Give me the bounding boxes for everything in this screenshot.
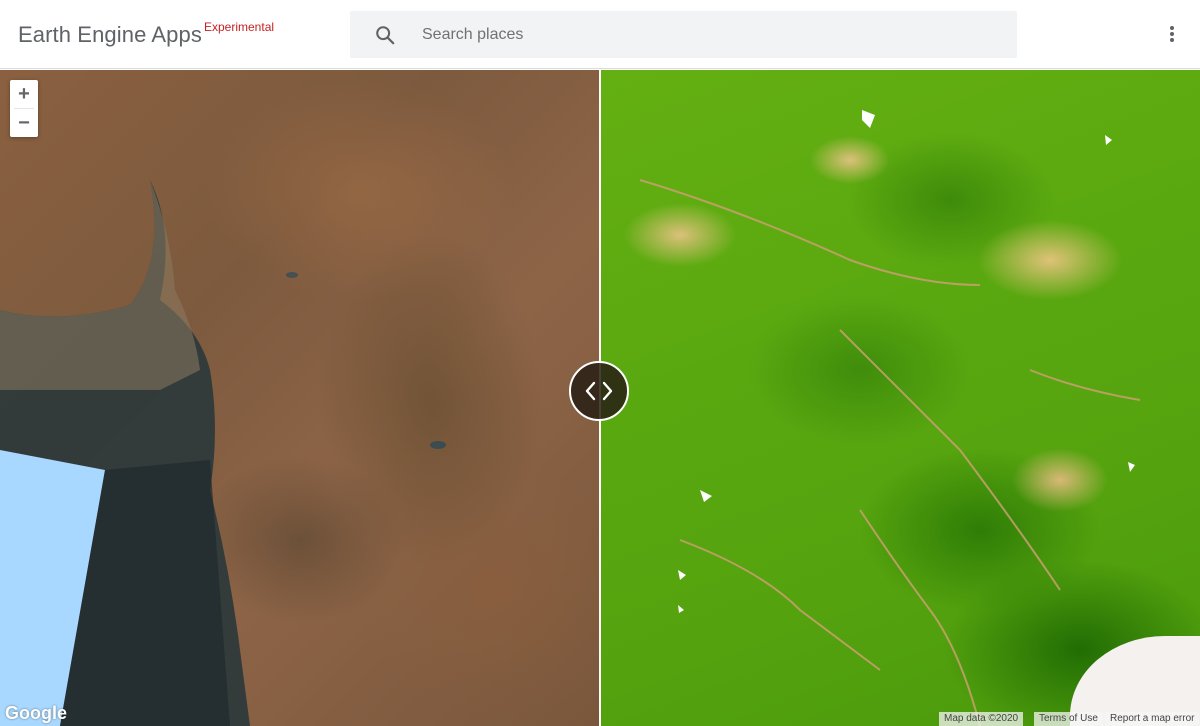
search-box[interactable] (350, 11, 1017, 58)
rivers-overlay (639, 110, 1141, 726)
map-canvas[interactable]: + − Google Map data ©2020 Terms of Use R… (0, 70, 1200, 726)
vegetation-index-pane[interactable] (600, 70, 1200, 726)
search-input[interactable] (422, 11, 1002, 58)
terms-of-use-link[interactable]: Terms of Use (1034, 712, 1103, 726)
report-map-error-link[interactable]: Report a map error (1105, 712, 1200, 726)
satellite-imagery-pane[interactable] (0, 70, 600, 726)
search-icon[interactable] (374, 24, 396, 46)
more-vert-icon[interactable] (1160, 22, 1184, 46)
zoom-in-button[interactable]: + (10, 80, 38, 108)
app-header: Earth Engine Apps Experimental (0, 0, 1200, 69)
zoom-control: + − (10, 80, 38, 137)
map-data-attribution: Map data ©2020 (939, 712, 1024, 726)
coastline-sea (0, 180, 446, 726)
zoom-out-button[interactable]: − (10, 109, 38, 137)
app-title: Earth Engine Apps (18, 22, 202, 47)
chevron-left-right-icon[interactable] (569, 361, 629, 421)
experimental-badge: Experimental (204, 20, 275, 34)
google-logo[interactable]: Google (5, 703, 67, 724)
